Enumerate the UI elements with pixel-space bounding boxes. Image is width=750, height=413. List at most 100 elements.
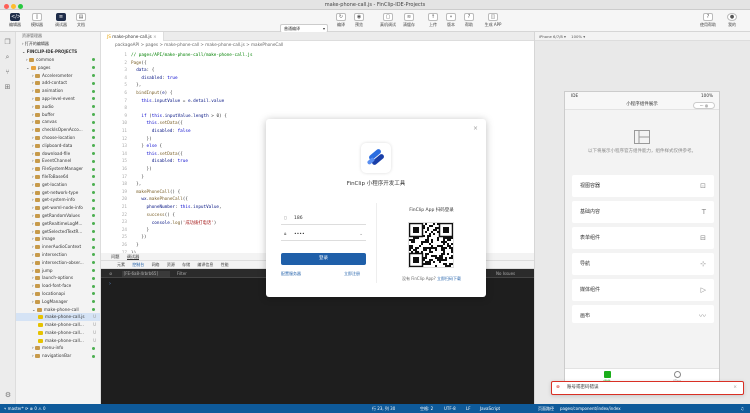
gear-icon[interactable]: ⚙ [3, 390, 13, 400]
eol[interactable]: LF [466, 404, 471, 413]
tab-sources[interactable]: 资源 [167, 262, 175, 267]
tree-folder[interactable]: › menu-info [16, 344, 100, 352]
code-line[interactable]: this.setData({ [131, 121, 183, 126]
help-button[interactable]: ? 帮助 [462, 12, 476, 28]
code-line[interactable]: disabled: true [131, 76, 177, 81]
tree-folder[interactable]: › get-system-info [16, 196, 100, 204]
version-button[interactable]: ⑂ 版本 [444, 12, 458, 28]
preview-button[interactable]: ◉ 预览 [352, 12, 366, 28]
code-line[interactable]: } else { [131, 144, 162, 149]
code-line[interactable]: }, [131, 83, 141, 88]
tree-folder[interactable]: › add-contact [16, 79, 100, 87]
menu-media[interactable]: 媒体组件 ▷ [572, 279, 714, 301]
tab-console[interactable]: 控制台 [132, 262, 144, 267]
tree-folder[interactable]: › FileSystemManager [16, 165, 100, 173]
tree-folder[interactable]: › getRandomValues [16, 212, 100, 220]
search-icon[interactable]: ⌕ [3, 52, 13, 62]
register-link[interactable]: 立即注册 [344, 271, 360, 277]
tree-folder[interactable]: › locationapi [16, 290, 100, 298]
tree-folder[interactable]: › Accelerometer [16, 72, 100, 80]
tree-folder[interactable]: ⌄ pages [16, 64, 100, 72]
tree-file[interactable]: make-phone-call.js U [16, 313, 100, 322]
tree-folder[interactable]: › EventChannel [16, 157, 100, 165]
tree-folder[interactable]: › common [16, 56, 100, 64]
project-section[interactable]: ⌄ FINCLIP-IDE-PROJECTS [16, 48, 100, 56]
login-button[interactable]: 登录 [281, 253, 366, 265]
issues-count[interactable]: No Issues [496, 269, 515, 278]
tree-folder[interactable]: › launch-options [16, 274, 100, 282]
tab-performance[interactable]: 性能 [221, 262, 229, 267]
tab-problems[interactable]: 问题 [111, 254, 119, 259]
real-device-debug-button[interactable]: ▢ 真机调试 [378, 12, 398, 28]
tab-network[interactable]: 网络 [152, 262, 160, 267]
download-link[interactable]: 立即扫码下载 [437, 276, 461, 281]
tree-folder[interactable]: › buffer [16, 111, 100, 119]
code-line[interactable]: }) [131, 235, 146, 240]
source-control-icon[interactable]: ⑂ [3, 67, 13, 77]
files-icon[interactable]: ❐ [3, 37, 13, 47]
code-line[interactable]: disabled: true [131, 159, 188, 164]
tree-folder[interactable]: › get-location [16, 181, 100, 189]
simulator-toggle-button[interactable]: ▯ 模拟器 [28, 12, 46, 28]
menu-canvas[interactable]: 画布〰 [572, 305, 714, 323]
tree-folder[interactable]: › jump [16, 267, 100, 275]
tree-folder[interactable]: › download-file [16, 150, 100, 158]
tree-file[interactable]: make-phone-call... U [16, 337, 100, 345]
user-help-button[interactable]: ? 使用帮助 [698, 12, 718, 28]
indentation[interactable]: 空格: 2 [420, 404, 433, 413]
code-line[interactable]: }) [131, 137, 152, 142]
close-window-icon[interactable] [4, 3, 9, 9]
zoom-select[interactable]: 100% [571, 34, 582, 39]
code-line[interactable]: this.setData({ [131, 152, 183, 157]
close-tab-icon[interactable]: × [153, 34, 157, 39]
tree-folder[interactable]: › navigationBar [16, 352, 100, 360]
tree-folder[interactable]: › choose-location [16, 134, 100, 142]
close-dialog-icon[interactable]: × [473, 125, 478, 132]
compile-button[interactable]: ↻ 编译 [334, 12, 348, 28]
device-select[interactable]: iPhone 6/7/8 [539, 34, 563, 39]
tree-folder[interactable]: › audio [16, 103, 100, 111]
code-line[interactable]: } [131, 175, 144, 180]
code-line[interactable]: }) [131, 167, 152, 172]
menu-navigation[interactable]: 导航 ⊹ [572, 253, 714, 275]
tree-folder[interactable]: › get-network-type [16, 189, 100, 197]
upload-button[interactable]: ↑ 上传 [426, 12, 440, 28]
tree-folder[interactable]: › clipboard-data [16, 142, 100, 150]
tree-folder[interactable]: › getSelectedTextR... [16, 228, 100, 236]
code-line[interactable]: wx.makePhoneCall({ [131, 197, 188, 202]
code-line[interactable]: if (this.inputValue.length > 0) { [131, 114, 226, 119]
code-line[interactable]: bindInput(e) { [131, 91, 172, 96]
code-line[interactable]: Page({ [131, 61, 147, 66]
tree-folder[interactable]: › intersection-obser... [16, 259, 100, 267]
tree-folder[interactable]: › fileToBase64 [16, 173, 100, 181]
cursor-position[interactable]: 行 23, 列 30 [372, 404, 395, 413]
close-toast-icon[interactable]: × [733, 382, 737, 394]
code-line[interactable]: phoneNumber: this.inputValue, [131, 205, 222, 210]
debugger-toggle-button[interactable]: ≡ 调试器 [52, 12, 70, 28]
page-path[interactable]: pages/component/index/index [560, 404, 621, 413]
tab-elements[interactable]: 元素 [117, 262, 125, 267]
editor-tab[interactable]: JS make-phone-call.js × [101, 32, 164, 41]
password-field[interactable]: 🔒︎ •••• ⌄ [281, 229, 366, 241]
generate-app-button[interactable]: ◫ 生成 APP [480, 12, 506, 28]
code-line[interactable]: disabled: false [131, 129, 191, 134]
open-editors-section[interactable]: › 打开的编辑器 [16, 40, 100, 48]
tree-folder[interactable]: › image [16, 235, 100, 243]
code-line[interactable]: makePhoneCall() { [131, 190, 180, 195]
code-line[interactable]: // pages/API/make-phone-call/make-phone-… [131, 53, 253, 58]
code-line[interactable]: }, [131, 182, 141, 187]
tree-folder[interactable]: › animation [16, 87, 100, 95]
tree-folder[interactable]: ⌄ make-phone-call [16, 306, 100, 314]
phone-screen[interactable]: IDE 100% 小程序组件展示 ··· ◎ 以下将展示小程序官方组件能力，组件… [564, 91, 720, 387]
menu-basic-content[interactable]: 基础内容 T [572, 201, 714, 223]
code-line[interactable]: this.inputValue = e.detail.value [131, 99, 224, 104]
tree-folder[interactable]: › innerAudioContext [16, 243, 100, 251]
tree-folder[interactable]: › getRealtimeLogM... [16, 220, 100, 228]
language-mode[interactable]: JavaScript [480, 404, 500, 413]
tree-folder[interactable]: › LogManager [16, 298, 100, 306]
bell-icon[interactable]: ♫ [740, 404, 744, 413]
eye-icon[interactable]: ⌄ [359, 229, 363, 241]
extensions-icon[interactable]: ⊞ [3, 82, 13, 92]
clear-console-icon[interactable]: ⊘ [109, 271, 112, 276]
tree-folder[interactable]: › canvas [16, 118, 100, 126]
